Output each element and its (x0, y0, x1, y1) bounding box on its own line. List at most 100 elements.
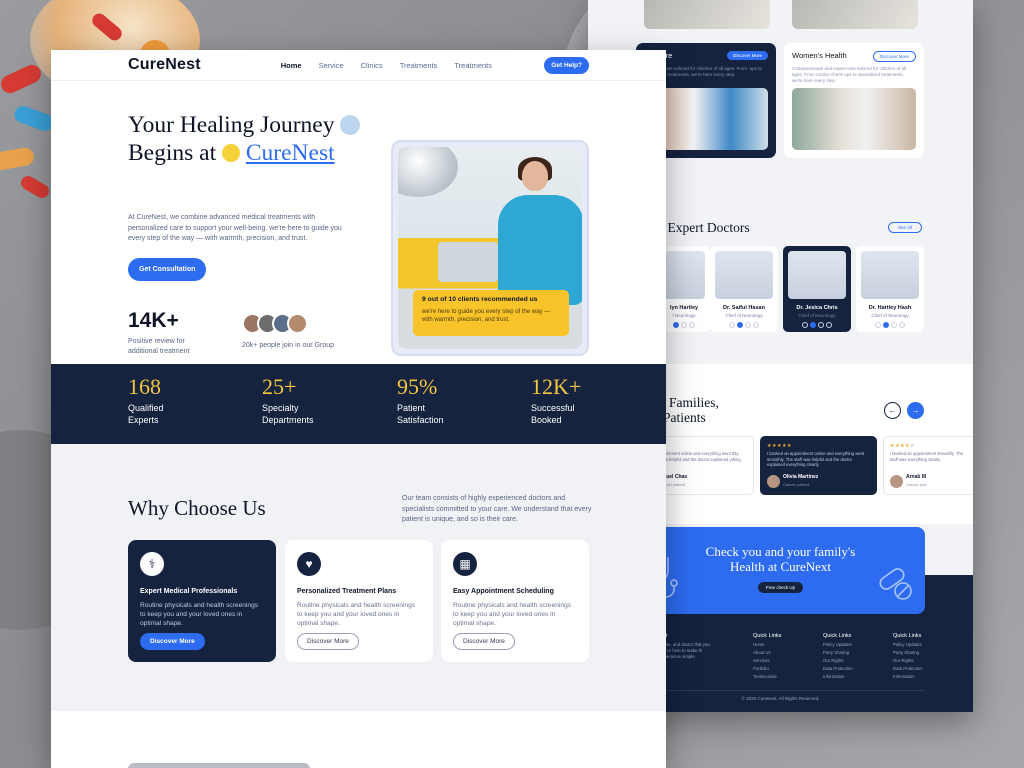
footer-link[interactable]: Services (753, 658, 781, 663)
footer-divider (636, 690, 925, 691)
footer-link[interactable]: Data Protection (823, 666, 853, 671)
heart-shield-icon: ♥ (297, 552, 321, 576)
feature-title: Expert Medical Professionals (140, 588, 238, 595)
group-caption: 20k+ people join in our Group (242, 342, 335, 349)
footer-link[interactable]: Information (893, 674, 923, 679)
twitter-icon[interactable] (681, 322, 687, 328)
stat-label-line: Qualified (128, 403, 164, 413)
nav-treatments-2[interactable]: Treatments (454, 61, 492, 70)
hero-image-frame: 9 out of 10 clients recommended us we're… (391, 140, 589, 356)
twitter-icon[interactable] (737, 322, 743, 328)
discover-more-button[interactable]: Discover More (872, 51, 916, 62)
hero-title-line1: Your Healing Journey (128, 112, 335, 138)
instagram-icon[interactable] (753, 322, 759, 328)
doctor-name: lyn Hartley (669, 305, 699, 311)
twitter-icon[interactable] (883, 322, 889, 328)
linkedin-icon[interactable] (818, 322, 824, 328)
facebook-icon[interactable] (875, 322, 881, 328)
footer-link[interactable]: Our Rights (893, 658, 923, 663)
discover-more-button[interactable]: Discover More (453, 633, 515, 650)
doctor-role: Chief of Neurology (725, 313, 763, 318)
women-health-photo (792, 88, 916, 150)
footer-link[interactable]: Home (753, 642, 781, 647)
rocket-emoji-icon (340, 114, 361, 135)
hero-brand-link[interactable]: CureNest (246, 140, 335, 166)
footer-heading: Quick Links (823, 633, 852, 639)
rating-stars-icon: ★★★★★ (890, 443, 915, 449)
footer-brand-name: est (660, 633, 720, 639)
footer-link[interactable]: Party Sharing (823, 650, 853, 655)
footer-link[interactable]: Our Rights (823, 658, 853, 663)
stat-label: Specialty Departments (262, 402, 314, 426)
discover-more-button[interactable]: Discover More (140, 633, 205, 650)
service-desc: Compassionate and expert care tailored f… (792, 66, 907, 83)
footer-link[interactable]: Data Protection (893, 666, 923, 671)
footer-heading: Quick Links (753, 633, 782, 639)
nav-treatments[interactable]: Treatments (400, 61, 438, 70)
doctor-name: Dr. Hartley Hash (868, 305, 912, 311)
nav-clinics[interactable]: Clinics (361, 61, 383, 70)
feature-desc: Routine physicals and health screenings … (297, 602, 416, 627)
testimonial-role: Cancer pati (906, 482, 927, 487)
hero-title: Your Healing Journey Begins at CureNest (128, 111, 388, 167)
discover-more-button[interactable]: Discover More (726, 51, 768, 60)
stat-item: 12K+ Successful Booked (531, 374, 581, 426)
doctor-card[interactable]: Dr. Hartley Hash Chief of Neurology (856, 246, 924, 332)
footer-link[interactable]: Policy Updates (823, 642, 853, 647)
doctor-role: Chief of Neurology (798, 313, 836, 318)
footer-link[interactable]: Portfolio (753, 666, 781, 671)
stat-number: 12K+ (531, 374, 582, 399)
get-help-button[interactable]: Get Help? (544, 56, 589, 74)
logo[interactable]: CureNest (128, 56, 201, 74)
stat-label-line: Patient (397, 403, 426, 413)
why-title: Why Choose Us (128, 496, 266, 520)
footer-link[interactable]: Policy Updates (893, 642, 923, 647)
facebook-icon[interactable] (673, 322, 679, 328)
linkedin-icon[interactable] (745, 322, 751, 328)
feature-title: Personalized Treatment Plans (297, 588, 397, 595)
discover-more-button[interactable]: Discover More (297, 633, 359, 650)
footer-link[interactable]: About Us (753, 650, 781, 655)
review-caption: Positive review for additional treatment (128, 338, 190, 355)
medical-machine (438, 242, 498, 282)
avatar (767, 475, 780, 488)
sparkle-emoji-icon (222, 143, 240, 162)
linkedin-icon[interactable] (891, 322, 897, 328)
footer-link[interactable]: Party Sharing (893, 650, 923, 655)
cta-title-line: Check you and your family's (705, 544, 856, 559)
footer-link[interactable]: Information (823, 674, 853, 679)
photo (792, 0, 918, 29)
social-icons (788, 322, 846, 328)
free-checkup-button[interactable]: Free check Up (757, 582, 804, 593)
service-card-womens-health[interactable]: Women's Health Compassionate and expert … (784, 43, 924, 158)
facebook-icon[interactable] (802, 322, 808, 328)
doctor-photo (715, 251, 773, 299)
calendar-icon: ▦ (453, 552, 477, 576)
footer-link[interactable]: Testimonials (753, 674, 781, 679)
avatar (890, 475, 903, 488)
prev-arrow-icon[interactable]: ← (884, 402, 901, 419)
doctor-card[interactable]: Dr. Saiful Hasan Chief of Neurology (710, 246, 778, 332)
get-consultation-button[interactable]: Get Consultation (128, 258, 207, 281)
footer-brand-desc: , time, and doctor that you. We're here … (660, 642, 711, 659)
nav-service[interactable]: Service (319, 61, 344, 70)
linkedin-icon[interactable] (689, 322, 695, 328)
recommendation-title: 9 out of 10 clients recommended us (422, 296, 538, 303)
review-count: 14K+ (128, 309, 179, 332)
facebook-icon[interactable] (729, 322, 735, 328)
feature-desc: Routine physicals and health screenings … (140, 602, 259, 627)
stat-label-line: Successful (531, 403, 575, 413)
doctor-card[interactable]: Dr. Jesica Chris Chief of Neurology (783, 246, 851, 332)
instagram-icon[interactable] (826, 322, 832, 328)
nav-home[interactable]: Home (281, 61, 302, 70)
nav-links: Home Service Clinics Treatments Treatmen… (281, 61, 492, 70)
see-all-button[interactable]: See All (888, 222, 923, 233)
rating-stars-icon: ★★★★★ (767, 443, 792, 449)
instagram-icon[interactable] (899, 322, 905, 328)
next-arrow-icon[interactable]: → (907, 402, 924, 419)
twitter-icon[interactable] (810, 322, 816, 328)
footer-column: Quick Links Home About Us Services Portf… (753, 633, 781, 679)
stats-band: 168 Qualified Experts 25+ Specialty Depart… (51, 364, 666, 444)
checkup-cta-banner: Check you and your family's Health at Cu… (636, 527, 925, 614)
doctor-photo (663, 251, 705, 299)
